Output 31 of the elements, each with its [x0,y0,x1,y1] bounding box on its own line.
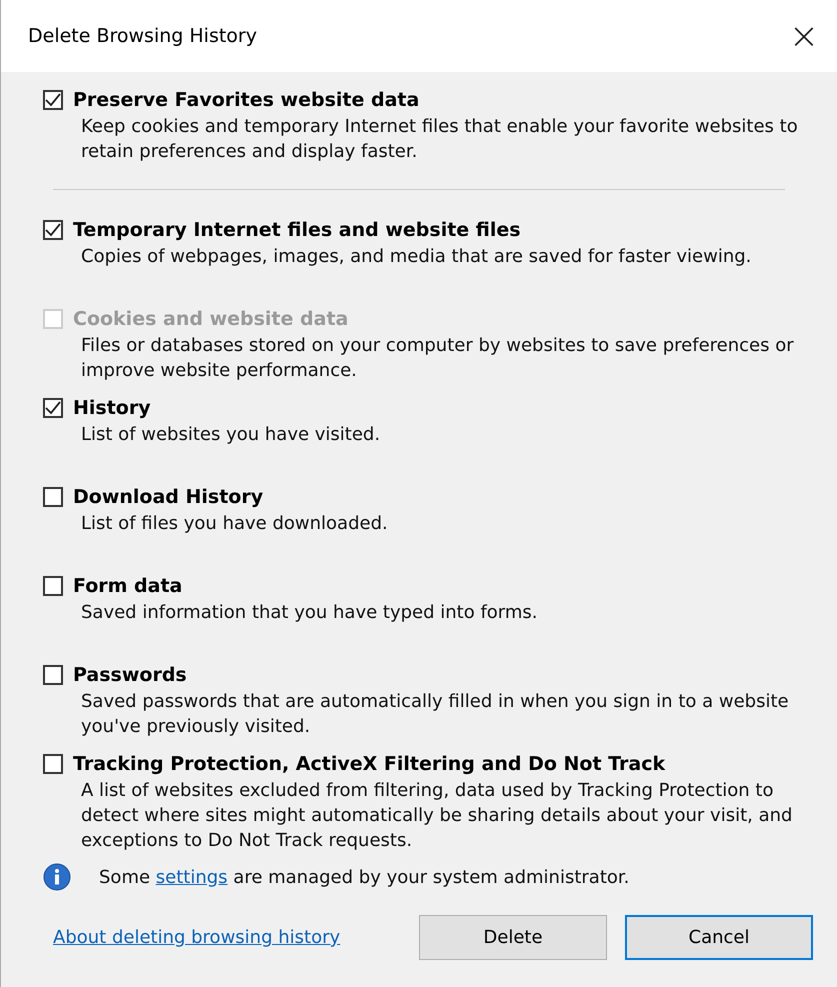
checkbox-label: Temporary Internet files and website files [73,219,521,241]
option-description: List of files you have downloaded. [81,512,389,536]
close-button[interactable]: × [780,16,827,56]
dialog-button[interactable]: Delete [419,915,607,960]
settings-link[interactable]: settings [156,866,228,888]
option-description: Keep cookies and temporary Internet files that enable your favorite websites to retain preferences and display faster. [81,115,799,164]
checkbox[interactable] [43,576,63,596]
option-description: List of websites you have visited. [81,423,382,447]
checkbox[interactable] [43,220,63,240]
checkbox-label: Cookies and website data [73,308,348,330]
option-description: Copies of webpages, images, and media that are saved for faster viewing. [81,245,752,269]
help-link[interactable]: About deleting browsing history [53,927,401,948]
window-title: Delete Browsing History [28,25,257,47]
checkbox-label: Tracking Protection, ActiveX Filtering and Do Not Track [73,753,666,775]
notice-text: Some settings are managed by your system administrator. [99,866,630,888]
info-icon [43,863,71,891]
dialog-button[interactable]: Cancel [625,915,813,960]
checkbox-label: Download History [73,486,264,508]
checkbox-label: Passwords [73,664,187,686]
checkbox-label: Form data [73,575,182,597]
checkbox[interactable] [43,398,63,418]
checkbox[interactable] [43,665,63,685]
checkbox-label: Preserve Favorites website data [73,89,420,111]
checkbox[interactable] [43,487,63,507]
checkbox[interactable] [43,90,63,110]
checkbox-label: History [73,397,151,419]
checkbox[interactable] [43,754,63,774]
option-description: A list of websites excluded from filtering, data used by Tracking Protection to detect where sites might automatically be sharing details about your visit, and exceptions to Do Not Track requests. [81,779,794,853]
option-description: Saved passwords that are automatically filled in when you sign in to a website you've previously visited. [81,690,790,739]
option-description: Files or databases stored on your computer by websites to save preferences or improve website performance. [81,334,795,383]
option-description: Saved information that you have typed into forms. [81,601,539,625]
